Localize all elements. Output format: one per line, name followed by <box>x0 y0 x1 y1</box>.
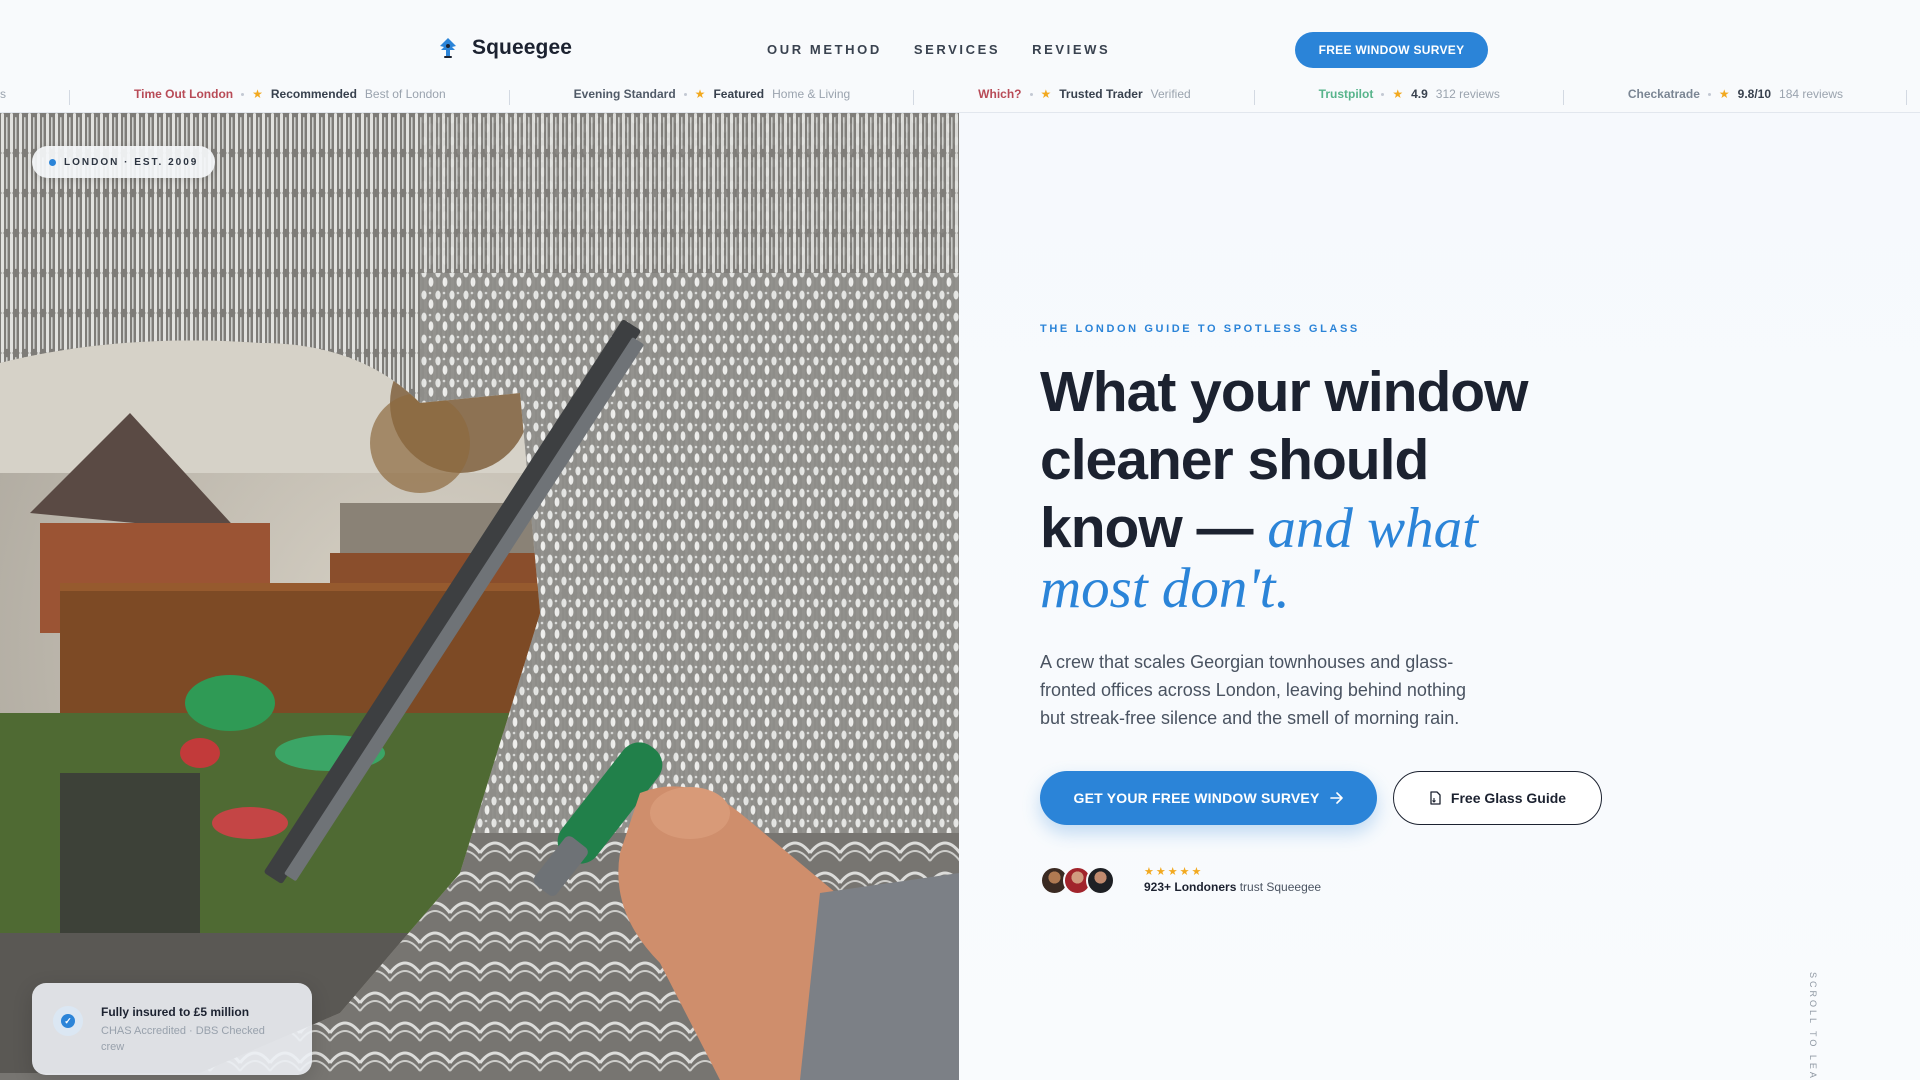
rating-stars: ★★★★★ <box>1144 866 1204 878</box>
squeegee-logo-icon <box>440 38 456 58</box>
location-badge: LONDON · EST. 2009 <box>32 146 216 178</box>
ticker-dot-icon <box>683 92 687 96</box>
ticker-fragment-text: s <box>0 87 6 101</box>
location-dot-icon <box>49 158 56 166</box>
insurance-subtitle: CHAS Accredited · DBS Checked crew <box>101 1025 265 1053</box>
ticker-source: Checkatrade <box>1627 87 1700 101</box>
headline-line-1: What your window <box>1040 360 1528 424</box>
social-proof-text: 923+ Londoners trust Squeegee <box>1144 880 1321 894</box>
get-free-survey-button[interactable]: GET YOUR FREE WINDOW SURVEY <box>1040 771 1377 825</box>
ticker-dot-icon <box>241 92 245 96</box>
ticker-source: Which? <box>978 87 1022 101</box>
ticker-label: Trusted Trader <box>1059 87 1143 101</box>
star-icon: ★ <box>1392 87 1404 101</box>
ticker-item: Which? ★ Trusted Trader Verified <box>914 84 1255 112</box>
insurance-title: Fully insured to £5 million <box>101 1005 250 1019</box>
customer-avatars <box>1040 866 1115 895</box>
ticker-item: Trustpilot ★ 4.9 312 reviews <box>1255 84 1564 112</box>
headline-line-2: cleaner should <box>1040 428 1429 492</box>
location-badge-text: LONDON · EST. 2009 <box>64 156 199 168</box>
intro-paragraph: A crew that scales Georgian townhouses a… <box>1040 652 1466 728</box>
ticker-item: Checkatrade ★ 9.8/10 184 reviews <box>1564 84 1908 112</box>
get-free-survey-label: GET YOUR FREE WINDOW SURVEY <box>1073 790 1320 806</box>
ticker-item-content: Checkatrade ★ 9.8/10 184 reviews <box>1628 84 1843 104</box>
page-headline: What your window cleaner should know — a… <box>1040 358 1620 623</box>
ticker-label: Recommended <box>270 87 357 101</box>
free-glass-guide-label: Free Glass Guide <box>1450 790 1567 806</box>
document-icon <box>1430 791 1441 805</box>
ticker-label: 9.8/10 <box>1737 87 1772 101</box>
ticker-item-content: Time Out London ★ Recommended Best of Londo… <box>134 84 446 104</box>
insurance-card: ✓ Fully insured to £5 million CHAS Accre… <box>32 983 312 1075</box>
star-icon: ★ <box>252 87 263 101</box>
headline-line-3: know — <box>1040 496 1268 560</box>
ticker-meta: Best of London <box>364 87 446 101</box>
scroll-hint[interactable]: SCROLL TO LEA <box>1808 972 1818 1080</box>
ticker-item-content: Evening Standard ★ Featured Home & Living <box>574 84 851 104</box>
avatar <box>1086 866 1115 895</box>
nav-our-method[interactable]: OUR METHOD <box>767 42 882 57</box>
ticker-item-content: Trustpilot ★ 4.9 312 reviews <box>1319 84 1500 104</box>
ticker-item: Google Revie <box>1907 84 1920 112</box>
nav-services[interactable]: SERVICES <box>914 42 1000 57</box>
ticker-source: Time Out London <box>134 87 234 101</box>
headline-accent-2: most don't. <box>1040 557 1290 620</box>
ticker-fragment: s <box>0 84 70 112</box>
star-icon: ★ <box>694 87 706 101</box>
ticker-meta: Home & Living <box>772 87 851 101</box>
free-window-survey-button[interactable]: FREE WINDOW SURVEY <box>1295 32 1488 68</box>
ticker-meta: 312 reviews <box>1435 87 1500 101</box>
ticker-label: Featured <box>713 87 765 101</box>
arrow-right-icon <box>1329 792 1343 804</box>
social-suffix: trust Squeegee <box>1236 880 1322 894</box>
ticker-meta: 184 reviews <box>1779 87 1844 101</box>
free-glass-guide-button[interactable]: Free Glass Guide <box>1393 771 1602 825</box>
ticker-meta: Verified <box>1150 87 1191 101</box>
ticker-track: s Time Out London ★ Recommended Best of Lon… <box>0 84 1920 112</box>
eyebrow-text: THE LONDON GUIDE TO SPOTLESS GLASS <box>1040 323 1360 335</box>
ticker-item: Time Out London ★ Recommended Best of Londo… <box>70 84 510 112</box>
headline-accent-1: and what <box>1267 497 1478 560</box>
brand-logo[interactable]: Squeegee <box>438 36 572 60</box>
ticker-label: 4.9 <box>1411 87 1428 101</box>
ticker-item: Evening Standard ★ Featured Home & Living <box>510 84 915 112</box>
press-ticker: s Time Out London ★ Recommended Best of Lon… <box>0 78 1920 113</box>
ticker-source: Trustpilot <box>1318 87 1374 101</box>
social-count: 923+ Londoners <box>1144 880 1237 894</box>
star-icon: ★ <box>1040 87 1052 101</box>
brand-name: Squeegee <box>472 36 573 59</box>
ticker-dot-icon <box>1707 92 1711 96</box>
main-nav: OUR METHOD SERVICES REVIEWS <box>767 42 1110 57</box>
nav-reviews[interactable]: REVIEWS <box>1032 42 1110 57</box>
check-icon: ✓ <box>53 1006 83 1036</box>
ticker-source: Evening Standard <box>573 87 676 101</box>
star-icon: ★ <box>1718 87 1730 101</box>
ticker-dot-icon <box>1029 92 1033 96</box>
hero-photo-squeegee-on-window <box>0 113 959 1080</box>
ticker-item-content: Which? ★ Trusted Trader Verified <box>978 84 1191 104</box>
ticker-dot-icon <box>1381 92 1385 96</box>
